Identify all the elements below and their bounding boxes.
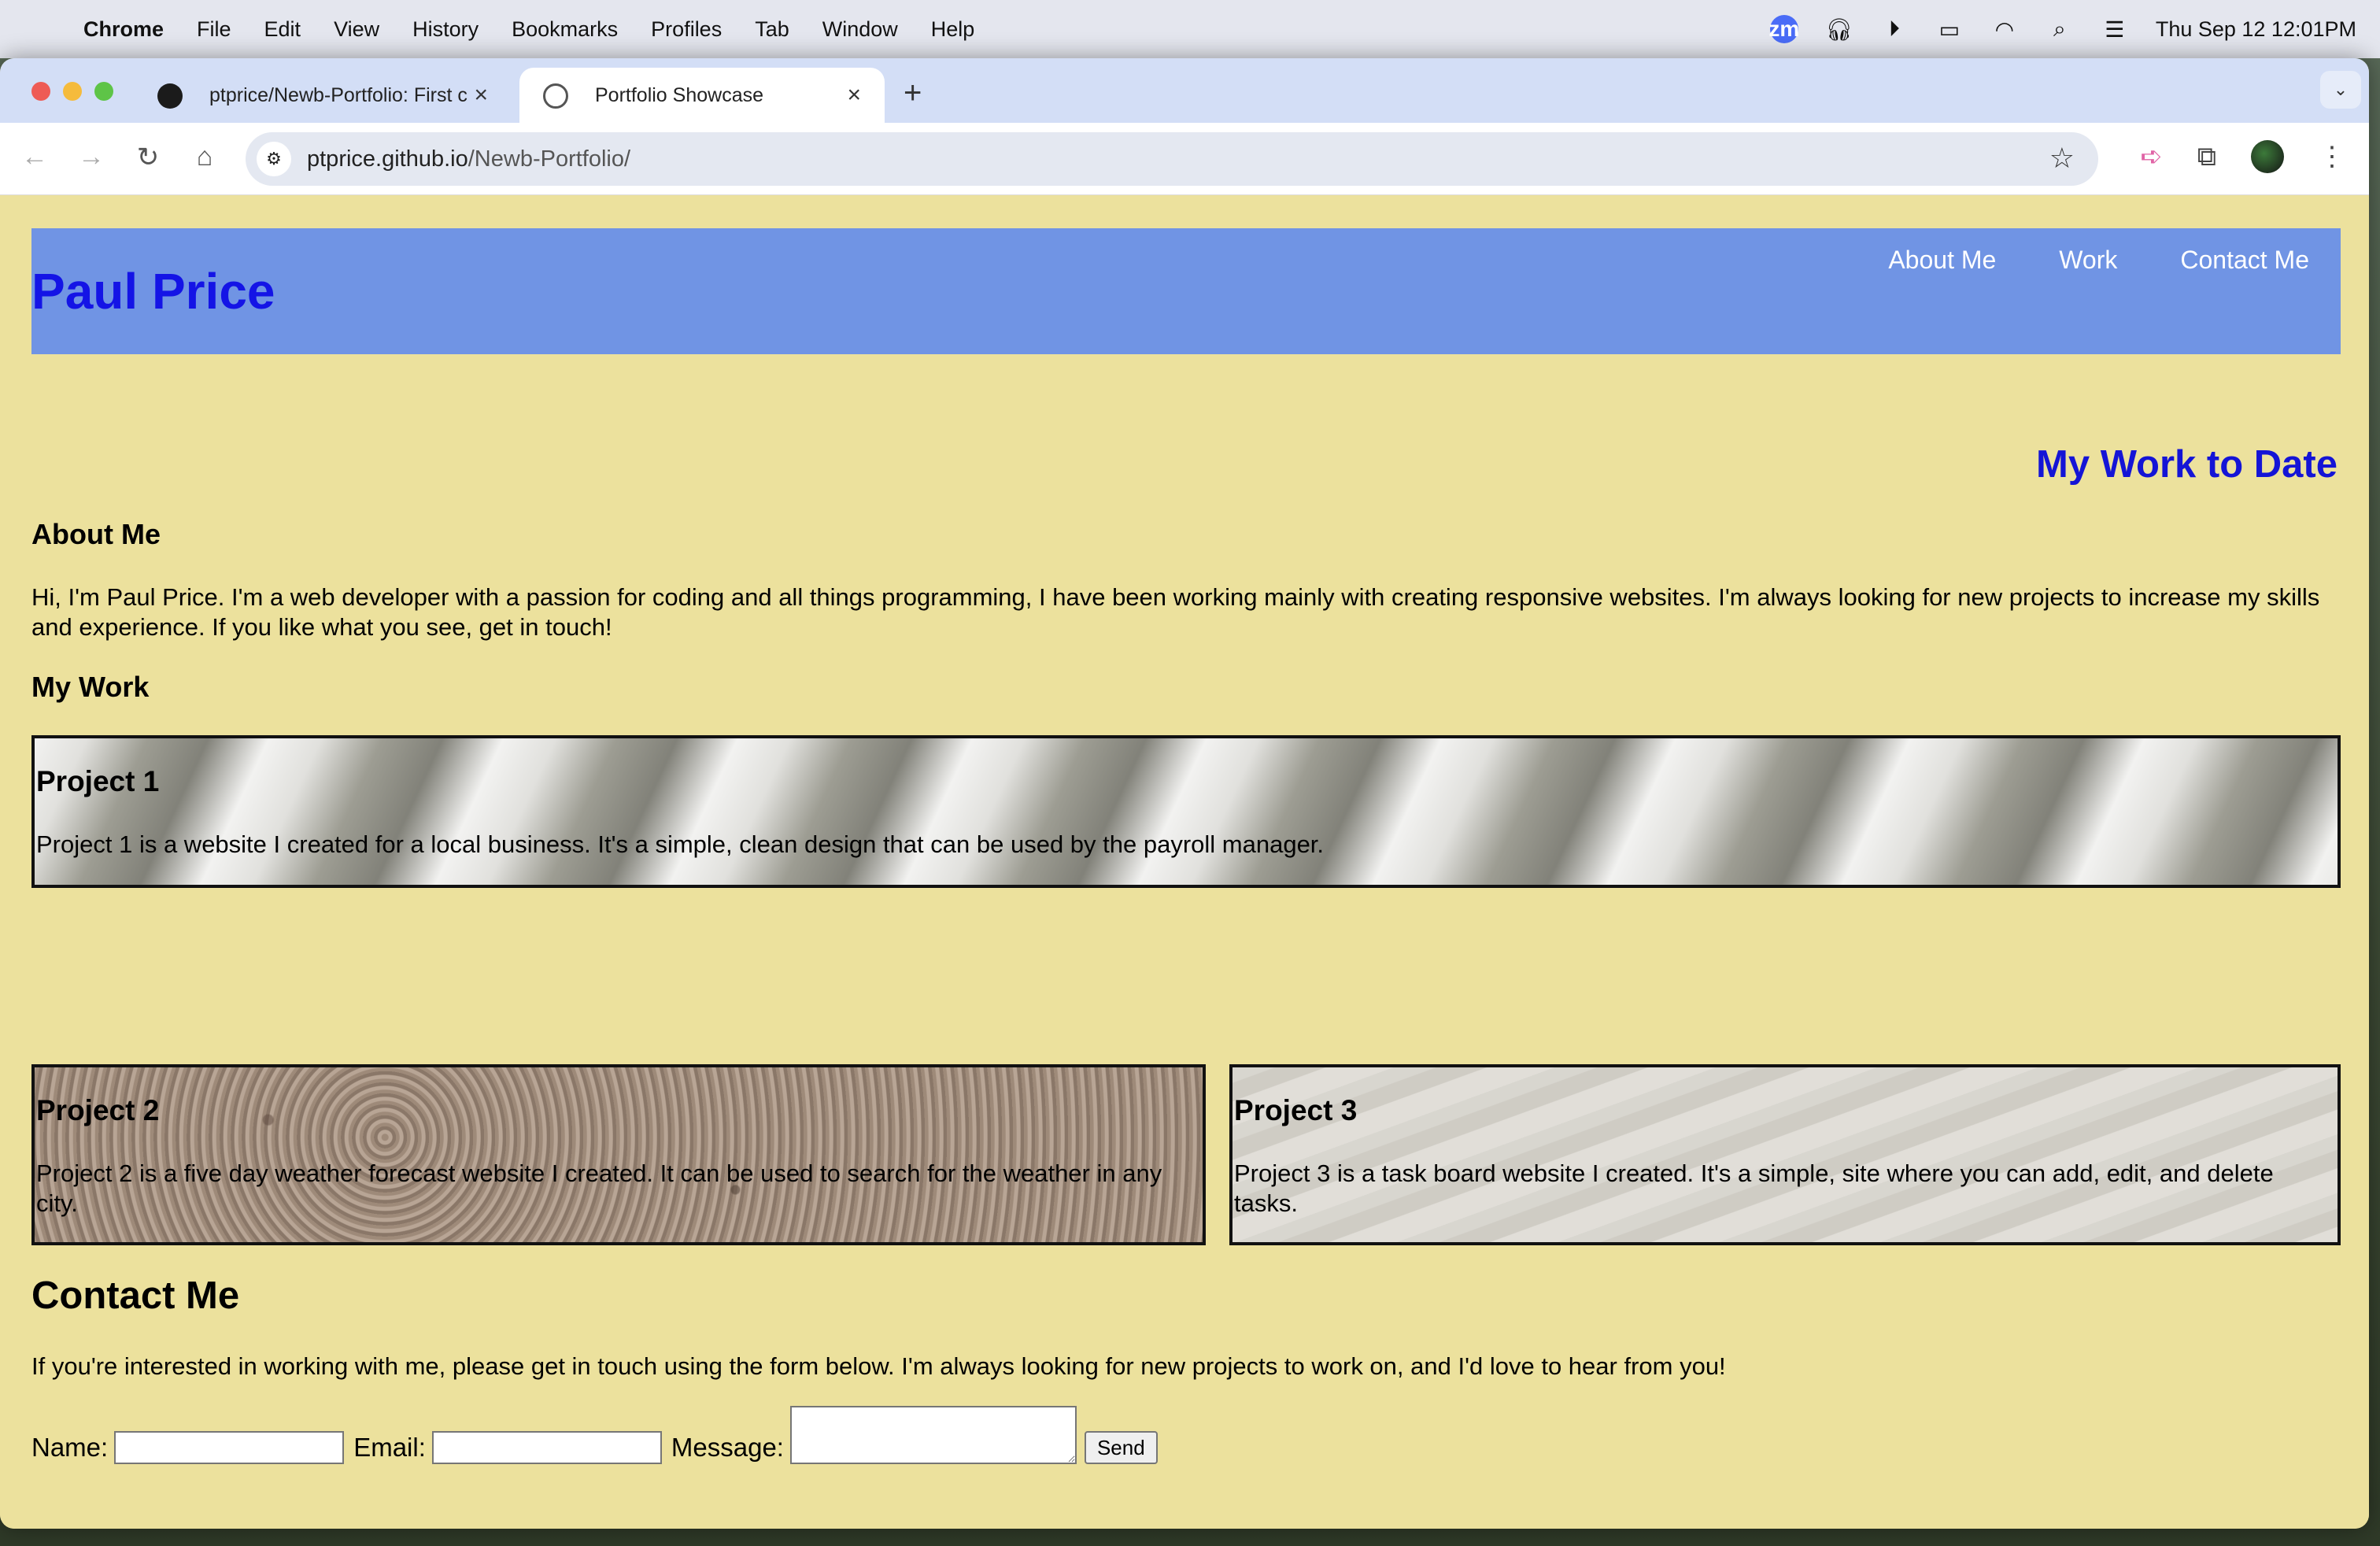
project-title: Project 3 [1234,1094,1358,1126]
window-controls [31,82,113,101]
back-arrow-icon[interactable]: ← [17,142,52,172]
web-page: Paul Price About Me Work Contact Me My W… [0,195,2369,1529]
maximize-window-button[interactable] [94,82,113,101]
new-tab-button[interactable]: + [904,76,922,111]
menu-profiles[interactable]: Profiles [651,17,722,42]
browser-window: ptprice/Newb-Portfolio: First c × Portfo… [0,58,2369,1529]
close-tab-icon[interactable]: × [847,82,861,109]
menu-window[interactable]: Window [822,17,898,42]
github-icon [157,83,183,109]
menu-app-name[interactable]: Chrome [83,17,164,42]
close-window-button[interactable] [31,82,50,101]
menubar-clock[interactable]: Thu Sep 12 12:01PM [2156,17,2356,42]
globe-icon [543,83,568,109]
message-label: Message: [671,1433,784,1462]
bookmark-star-icon[interactable]: ☆ [2049,142,2075,175]
site-info-icon[interactable]: ⚙ [257,142,291,176]
home-icon[interactable]: ⌂ [187,142,222,172]
site-title: Paul Price [31,263,275,320]
wifi-icon[interactable]: ◠ [1990,15,2019,43]
extension-icon[interactable]: ➪ [2140,141,2163,172]
email-label: Email: [353,1433,426,1462]
site-nav: About Me Work Contact Me [1888,246,2309,275]
name-input[interactable] [114,1431,345,1464]
project-description: Project 3 is a task board website I crea… [1234,1160,2274,1217]
nav-work-link[interactable]: Work [2059,246,2117,275]
nav-about-me-link[interactable]: About Me [1888,246,1996,275]
profile-avatar[interactable] [2251,140,2284,173]
about-me-text: Hi, I'm Paul Price. I'm a web developer … [31,583,2320,641]
status-area: zm 🎧︎ ⏵ ▭ ◠ ⌕ ☰ Thu Sep 12 12:01PM [1768,0,2356,58]
battery-icon[interactable]: ▭ [1935,15,1964,43]
address-bar[interactable]: ⚙ ptprice.github.io/Newb-Portfolio/ ☆ [246,132,2098,186]
url-host: ptprice.github.io [307,146,468,172]
project-card-2[interactable]: Project 2 Project 2 is a five day weathe… [31,1064,1206,1245]
menu-bookmarks[interactable]: Bookmarks [512,17,618,42]
contact-me-heading: Contact Me [31,1274,240,1317]
tab-bar: ptprice/Newb-Portfolio: First c × Portfo… [0,58,2369,123]
extensions-puzzle-icon[interactable]: ⧉ [2197,142,2216,172]
headphones-icon[interactable]: 🎧︎ [1825,15,1853,43]
contact-text: If you're interested in working with me,… [31,1352,1726,1380]
project-description: Project 2 is a five day weather forecast… [36,1160,1162,1217]
menu-view[interactable]: View [334,17,379,42]
tab-github[interactable]: ptprice/Newb-Portfolio: First c × [134,68,512,123]
name-label: Name: [31,1433,109,1462]
tab-search-dropdown-icon[interactable]: ⌄ [2320,71,2361,109]
menu-history[interactable]: History [412,17,479,42]
toolbar-actions: ➪ ⧉ ⋮ [2140,140,2345,173]
project-card-1[interactable]: Project 1 Project 1 is a website I creat… [31,735,2341,888]
macos-menubar: Chrome File Edit View History Bookmarks … [0,0,2380,58]
control-center-icon[interactable]: ☰ [2101,15,2129,43]
url-path: /Newb-Portfolio/ [468,146,631,172]
nav-contact-me-link[interactable]: Contact Me [2180,246,2309,275]
my-work-heading: My Work [31,671,150,703]
project-description: Project 1 is a website I created for a l… [36,830,1325,858]
email-input[interactable] [431,1431,662,1464]
tab-title: Portfolio Showcase [595,83,764,106]
spotlight-search-icon[interactable]: ⌕ [2046,15,2074,43]
menu-file[interactable]: File [197,17,231,42]
project-card-3[interactable]: Project 3 Project 3 is a task board webs… [1229,1064,2341,1245]
more-menu-icon[interactable]: ⋮ [2319,141,2345,172]
close-tab-icon[interactable]: × [474,82,488,109]
menu-help[interactable]: Help [931,17,975,42]
url-text[interactable]: ptprice.github.io/Newb-Portfolio/ [307,146,630,172]
project-title: Project 2 [36,1094,160,1126]
menu-tab[interactable]: Tab [755,17,789,42]
menu-edit[interactable]: Edit [264,17,301,42]
tab-title: ptprice/Newb-Portfolio: First c [209,83,468,106]
play-icon[interactable]: ⏵ [1880,15,1909,43]
tab-portfolio-showcase[interactable]: Portfolio Showcase × [519,68,885,123]
about-me-heading: About Me [31,518,161,550]
reload-icon[interactable]: ↻ [131,142,165,173]
minimize-window-button[interactable] [63,82,82,101]
forward-arrow-icon[interactable]: → [74,142,109,172]
contact-form: Name: Email: Message: Send [31,1406,1158,1464]
site-header: Paul Price About Me Work Contact Me [31,228,2341,354]
browser-toolbar: ← → ↻ ⌂ ⚙ ptprice.github.io/Newb-Portfol… [0,123,2369,195]
project-title: Project 1 [36,765,160,797]
send-button[interactable]: Send [1084,1431,1158,1464]
work-to-date-heading: My Work to Date [2036,443,2338,486]
zoom-icon[interactable]: zm [1768,15,1799,43]
message-textarea[interactable] [789,1406,1077,1464]
